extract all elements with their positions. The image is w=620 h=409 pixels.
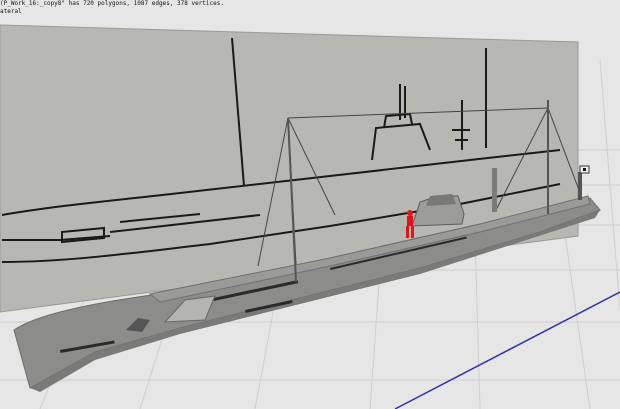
axis-line (394, 291, 620, 409)
status-line: (P_Work_16:_copy8" has 720 polygons, 108… (0, 0, 224, 7)
viewport-scene[interactable] (0, 0, 620, 409)
3d-viewport[interactable]: (P_Work_16:_copy8" has 720 polygons, 108… (0, 0, 620, 409)
flag[interactable] (579, 165, 590, 174)
status-line-secondary: ateral (0, 8, 22, 15)
